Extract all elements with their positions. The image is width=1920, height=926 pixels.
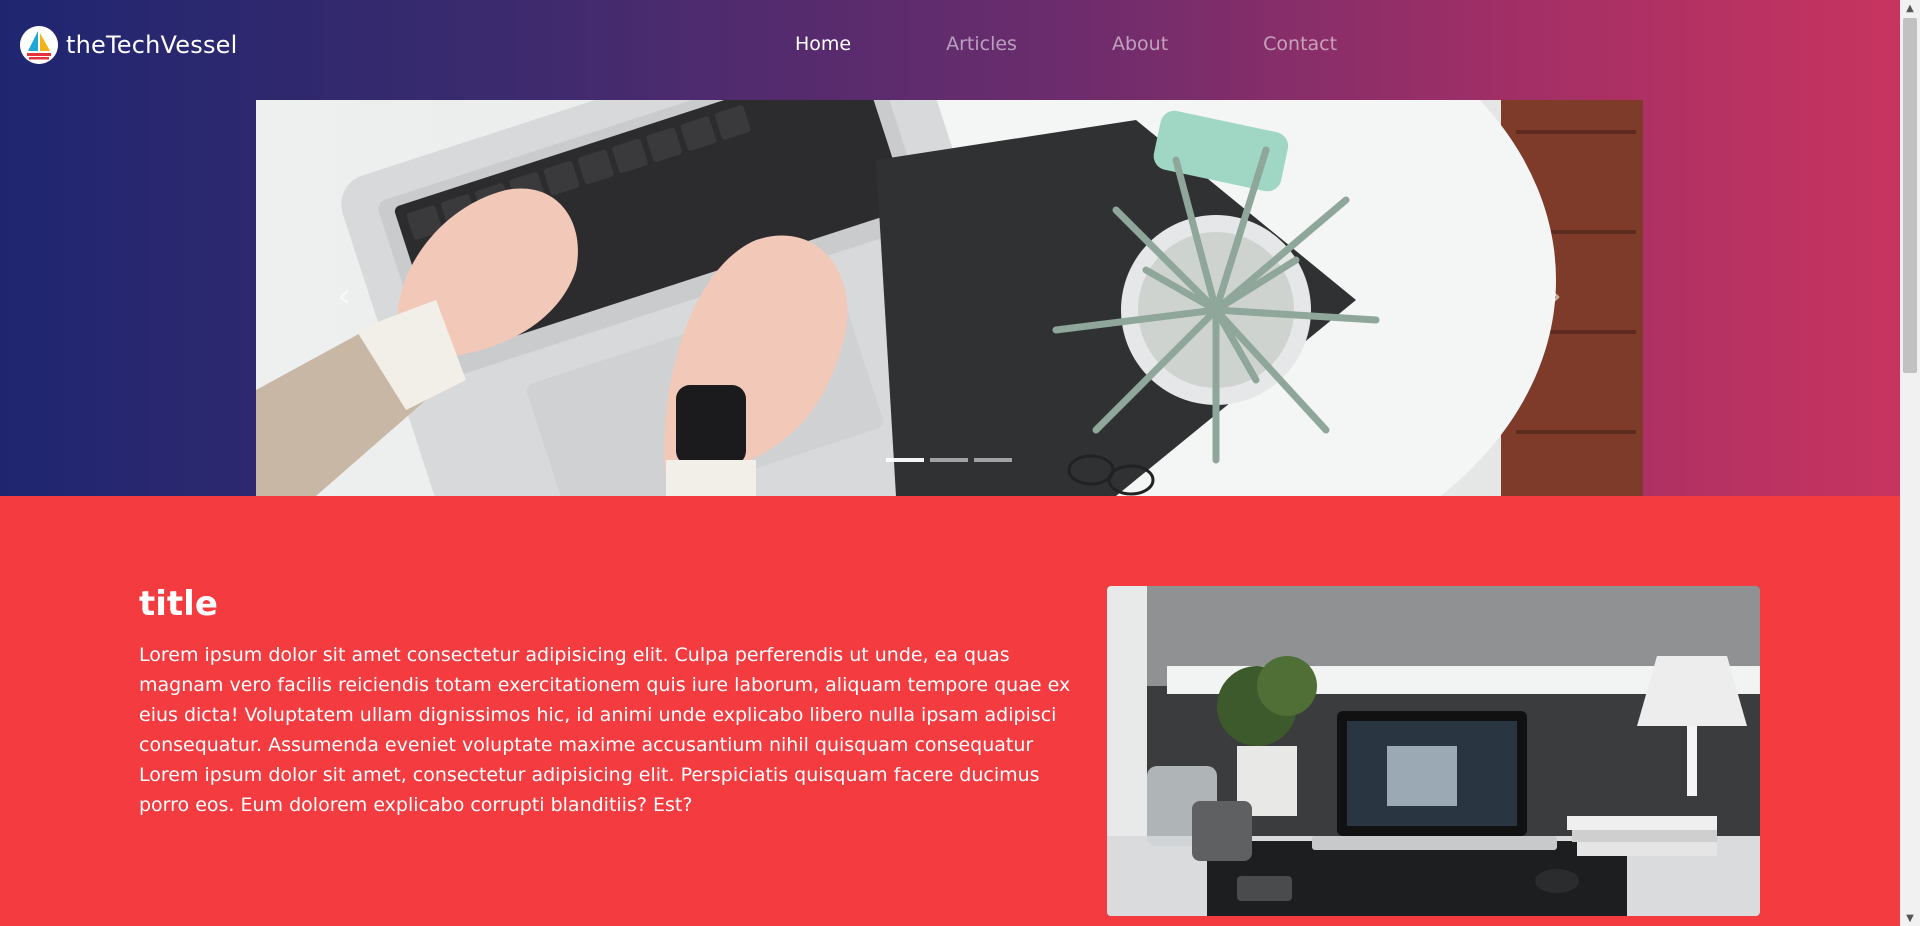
nav-contact[interactable]: Contact — [1263, 33, 1337, 55]
scroll-down-icon[interactable]: ▼ — [1900, 910, 1920, 926]
carousel-indicator[interactable] — [930, 458, 968, 462]
chevron-right-icon[interactable]: › — [1535, 276, 1575, 316]
carousel-indicators — [886, 458, 1018, 462]
nav-about[interactable]: About — [1112, 33, 1168, 55]
scroll-up-icon[interactable]: ▲ — [1900, 0, 1920, 16]
workspace-image — [1107, 586, 1760, 916]
nav-articles[interactable]: Articles — [946, 33, 1017, 55]
page: theTechVessel Home Articles About Contac… — [0, 0, 1900, 926]
content-section: title Lorem ipsum dolor sit amet consect… — [0, 496, 1900, 926]
scrollbar-thumb[interactable] — [1903, 18, 1917, 373]
hero-band: theTechVessel Home Articles About Contac… — [0, 0, 1900, 496]
chevron-left-icon[interactable]: ‹ — [324, 276, 364, 316]
brand-link[interactable]: theTechVessel — [20, 25, 238, 65]
main-nav: Home Articles About Contact — [795, 33, 1432, 55]
carousel-slide-image — [256, 100, 1643, 496]
sailboat-icon — [20, 26, 58, 64]
carousel-indicator[interactable] — [886, 458, 924, 462]
brand-name: theTechVessel — [66, 31, 238, 59]
page-scrollbar[interactable]: ▲ ▼ — [1900, 0, 1920, 926]
navbar: theTechVessel Home Articles About Contac… — [0, 0, 1900, 92]
hero-carousel: ‹ › — [256, 100, 1643, 496]
section-title: title — [139, 584, 218, 624]
section-body: Lorem ipsum dolor sit amet consectetur a… — [139, 644, 1071, 816]
nav-home[interactable]: Home — [795, 33, 851, 55]
carousel-indicator[interactable] — [974, 458, 1012, 462]
